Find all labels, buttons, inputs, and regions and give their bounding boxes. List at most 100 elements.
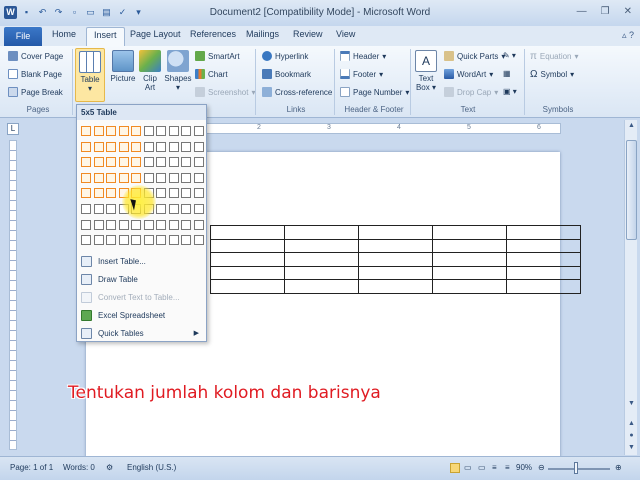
table-row[interactable] <box>210 238 581 253</box>
grid-cell[interactable] <box>168 172 179 183</box>
outline-icon[interactable]: ≡ <box>492 463 497 472</box>
table-cell[interactable] <box>284 279 359 294</box>
table-cell[interactable] <box>432 265 507 280</box>
grid-cell[interactable] <box>168 219 179 230</box>
shapes-button[interactable]: Shapes ▾ <box>163 48 193 92</box>
picture-button[interactable]: Picture <box>108 48 138 83</box>
zoom-slider[interactable] <box>548 468 610 470</box>
help-icon[interactable]: ▵ ? <box>622 30 634 41</box>
page-number-button[interactable]: Page Number ▾ <box>340 87 409 97</box>
table-cell[interactable] <box>210 265 285 280</box>
blank-page-button[interactable]: Blank Page <box>8 69 62 79</box>
zoom-level[interactable]: 90% <box>516 463 532 472</box>
grid-cell[interactable] <box>181 126 191 136</box>
grid-cell[interactable] <box>181 172 191 183</box>
grid-cell[interactable] <box>193 172 204 183</box>
vertical-scrollbar[interactable]: ▲ ▼ ▲ ● ▼ <box>624 120 637 455</box>
vertical-ruler[interactable] <box>9 140 17 450</box>
grid-cell[interactable] <box>118 172 129 183</box>
tab-page-layout[interactable]: Page Layout <box>130 29 181 39</box>
grid-cell[interactable] <box>106 188 116 199</box>
grid-cell[interactable] <box>143 126 154 136</box>
page-count[interactable]: Page: 1 of 1 <box>10 463 53 472</box>
chart-button[interactable]: Chart <box>195 69 228 79</box>
table-cell[interactable] <box>358 225 433 240</box>
table-cell[interactable] <box>284 238 359 253</box>
tab-selector-icon[interactable]: L <box>7 123 19 135</box>
grid-cell[interactable] <box>168 157 179 168</box>
table-cell[interactable] <box>358 252 433 267</box>
grid-cell[interactable] <box>181 219 191 230</box>
table-cell[interactable] <box>358 279 433 294</box>
grid-cell[interactable] <box>131 157 141 168</box>
grid-cell[interactable] <box>168 141 179 152</box>
grid-cell[interactable] <box>181 203 191 214</box>
grid-cell[interactable] <box>81 141 91 152</box>
table-cell[interactable] <box>284 265 359 280</box>
tab-references[interactable]: References <box>190 29 236 39</box>
grid-cell[interactable] <box>93 235 104 246</box>
table-cell[interactable] <box>210 225 285 240</box>
table-cell[interactable] <box>506 238 581 253</box>
signature-line-icon[interactable]: ✎ ▾ <box>503 51 516 60</box>
grid-cell[interactable] <box>93 157 104 168</box>
grid-cell[interactable] <box>156 172 166 183</box>
zoom-out-icon[interactable]: ⊖ <box>538 463 545 472</box>
grid-cell[interactable] <box>193 126 204 136</box>
web-layout-icon[interactable]: ▭ <box>478 463 486 472</box>
tab-review[interactable]: Review <box>293 29 323 39</box>
grid-cell[interactable] <box>181 141 191 152</box>
restore-icon[interactable]: ❐ <box>601 6 610 17</box>
zoom-in-icon[interactable]: ⊕ <box>615 463 622 472</box>
table-row[interactable] <box>210 225 581 240</box>
grid-cell[interactable] <box>118 219 129 230</box>
grid-cell[interactable] <box>193 235 204 246</box>
grid-cell[interactable] <box>181 188 191 199</box>
grid-cell[interactable] <box>156 157 166 168</box>
quick-tables-item[interactable]: Quick Tables ▶ <box>79 325 205 341</box>
table-cell[interactable] <box>432 252 507 267</box>
object-icon[interactable]: ▣ ▾ <box>503 87 517 96</box>
table-cell[interactable] <box>506 225 581 240</box>
scroll-thumb[interactable] <box>626 140 637 240</box>
grid-cell[interactable] <box>93 219 104 230</box>
table-row[interactable] <box>210 252 581 267</box>
table-cell[interactable] <box>506 252 581 267</box>
drop-cap-button[interactable]: Drop Cap ▾ <box>444 87 498 97</box>
grid-cell[interactable] <box>193 219 204 230</box>
draw-table-item[interactable]: Draw Table <box>79 271 205 287</box>
grid-cell[interactable] <box>156 141 166 152</box>
table-cell[interactable] <box>432 279 507 294</box>
next-page-icon[interactable]: ▼ <box>625 444 638 451</box>
grid-cell[interactable] <box>131 126 141 136</box>
table-cell[interactable] <box>358 265 433 280</box>
quick-parts-button[interactable]: Quick Parts ▾ <box>444 51 505 61</box>
scroll-up-icon[interactable]: ▲ <box>625 122 638 129</box>
grid-cell[interactable] <box>81 188 91 199</box>
grid-cell[interactable] <box>156 126 166 136</box>
grid-cell[interactable] <box>93 141 104 152</box>
convert-text-to-table-item[interactable]: Convert Text to Table... <box>79 289 205 305</box>
grid-cell[interactable] <box>168 203 179 214</box>
symbol-button[interactable]: Ω Symbol ▾ <box>530 69 574 80</box>
excel-spreadsheet-item[interactable]: Excel Spreadsheet <box>79 307 205 323</box>
table-cell[interactable] <box>284 225 359 240</box>
grid-cell[interactable] <box>106 141 116 152</box>
grid-cell[interactable] <box>143 235 154 246</box>
previous-page-icon[interactable]: ▲ <box>625 420 638 427</box>
tab-file[interactable]: File <box>4 27 42 46</box>
grid-cell[interactable] <box>143 141 154 152</box>
grid-cell[interactable] <box>81 157 91 168</box>
table-cell[interactable] <box>432 225 507 240</box>
smartart-button[interactable]: SmartArt <box>195 51 240 61</box>
grid-cell[interactable] <box>156 188 166 199</box>
grid-cell[interactable] <box>81 219 91 230</box>
footer-button[interactable]: Footer ▾ <box>340 69 383 79</box>
document-table[interactable] <box>210 225 581 294</box>
tab-home[interactable]: Home <box>52 29 76 39</box>
grid-cell[interactable] <box>181 235 191 246</box>
table-cell[interactable] <box>284 252 359 267</box>
clip-art-button[interactable]: Clip Art <box>135 48 165 92</box>
grid-cell[interactable] <box>81 172 91 183</box>
tab-view[interactable]: View <box>336 29 355 39</box>
